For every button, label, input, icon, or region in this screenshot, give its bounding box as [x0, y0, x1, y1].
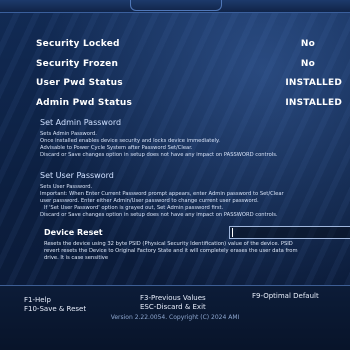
setting-value: INSTALLED: [285, 78, 342, 88]
help-line: Once installed enables device security a…: [40, 138, 220, 144]
help-line: Sets Admin Password.: [40, 131, 97, 137]
help-line: Advisable to Power Cycle System after Pa…: [40, 145, 193, 151]
help-line: user password. Enter either Admin/User p…: [40, 198, 259, 204]
help-line: Discard or Save changes option in setup …: [40, 212, 278, 218]
help-line: Resets the device using 32 byte PSID (Ph…: [44, 241, 293, 247]
user-password-help: Sets User Password. Important: When Ente…: [40, 184, 350, 219]
setting-value: No: [300, 39, 315, 49]
help-line: revert resets the Device to Original Fac…: [44, 248, 298, 254]
optimal-default-key[interactable]: F9-Optimal Default: [252, 292, 319, 300]
setting-value: No: [300, 59, 315, 69]
setting-label: Security Locked: [36, 39, 120, 49]
top-frame: [0, 0, 350, 13]
help-line: If 'Set User Password' option is grayed …: [44, 205, 224, 211]
admin-password-help: Sets Admin Password. Once installed enab…: [40, 131, 350, 159]
discard-exit-key[interactable]: ESC-Discard & Exit: [140, 303, 206, 311]
device-reset-help: Resets the device using 32 byte PSID (Ph…: [44, 241, 350, 262]
setting-security-locked: Security Locked No: [36, 36, 332, 52]
device-reset-input[interactable]: [229, 226, 350, 239]
save-reset-key[interactable]: F10-Save & Reset: [24, 305, 86, 313]
help-line: Discard or Save changes option in setup …: [40, 152, 278, 158]
setting-label: User Pwd Status: [36, 78, 123, 88]
help-line: Important: When Enter Current Password p…: [40, 191, 284, 197]
device-reset-label: Device Reset: [44, 228, 103, 237]
help-key[interactable]: F1-Help: [24, 296, 51, 304]
set-user-password-item[interactable]: Set User Password: [40, 171, 114, 180]
setting-security-frozen: Security Frozen No: [36, 56, 332, 72]
text-caret: [232, 228, 233, 237]
help-line: drive. It is case sensitive: [44, 255, 109, 261]
setting-label: Admin Pwd Status: [36, 98, 133, 108]
setting-value: INSTALLED: [285, 98, 342, 108]
version-text: Version 2.22.0054. Copyright (C) 2024 AM…: [110, 314, 240, 321]
setting-label: Security Frozen: [36, 59, 119, 69]
setting-user-pwd-status: User Pwd Status INSTALLED: [36, 75, 342, 91]
top-frame-notch: [130, 0, 222, 11]
setting-admin-pwd-status: Admin Pwd Status INSTALLED: [36, 95, 342, 111]
previous-values-key[interactable]: F3-Previous Values: [140, 294, 206, 302]
set-admin-password-item[interactable]: Set Admin Password: [40, 118, 121, 127]
help-line: Sets User Password.: [40, 184, 93, 190]
